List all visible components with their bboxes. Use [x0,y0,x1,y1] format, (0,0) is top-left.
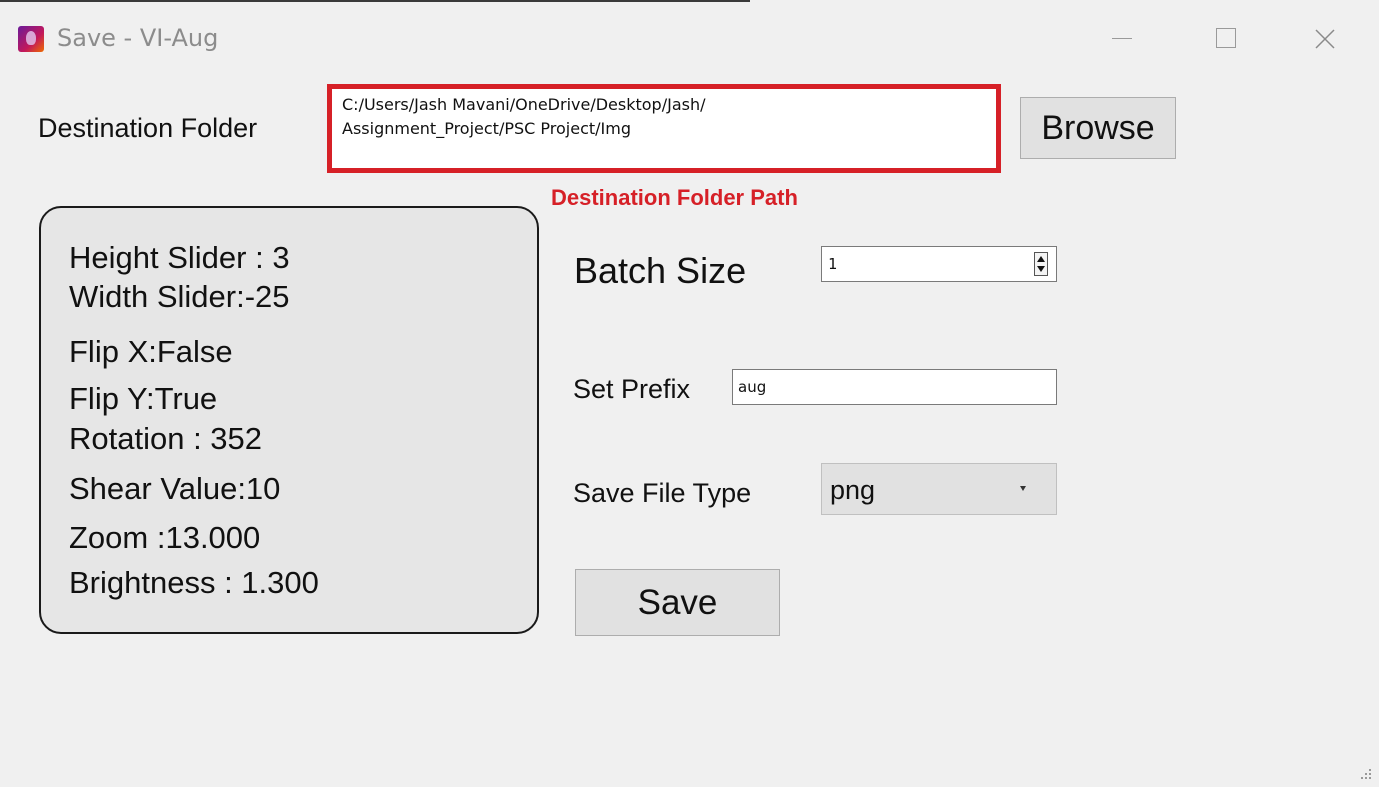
save-file-type-value: png [830,475,876,505]
spin-up-icon[interactable] [1037,256,1045,262]
destination-path-field[interactable]: C:/Users/Jash Mavani/OneDrive/Desktop/Ja… [327,84,1001,173]
parameters-panel: Height Slider : 3 Width Slider:-25 Flip … [39,206,539,634]
batch-size-value: 1 [828,255,838,273]
save-file-type-select[interactable]: png [821,463,1057,515]
browse-button[interactable]: Browse [1020,97,1176,159]
chevron-down-icon [1020,486,1026,491]
save-button[interactable]: Save [575,569,780,636]
batch-size-label: Batch Size [574,250,747,291]
save-dialog-window: Save - VI-Aug Destination Folder C:/User… [0,0,1379,787]
spin-down-icon[interactable] [1037,266,1045,272]
param-flip-x: Flip X:False [69,334,233,369]
destination-path-text: C:/Users/Jash Mavani/OneDrive/Desktop/Ja… [342,95,706,138]
param-rotation: Rotation : 352 [69,421,263,456]
batch-size-spinbox[interactable]: 1 [821,246,1057,282]
maximize-icon[interactable] [1198,16,1258,60]
param-shear-value: Shear Value:10 [69,471,281,506]
spin-arrows-icon[interactable] [1034,252,1048,276]
param-flip-y: Flip Y:True [69,381,218,416]
title-bar[interactable]: Save - VI-Aug [0,2,1379,70]
param-width-slider: Width Slider:-25 [69,279,290,314]
minimize-icon[interactable] [1090,16,1150,60]
save-file-type-label: Save File Type [573,478,752,508]
set-prefix-input[interactable] [732,369,1057,405]
app-icon [18,26,44,52]
set-prefix-label: Set Prefix [573,374,691,404]
close-icon-glyph [1315,29,1335,49]
param-height-slider: Height Slider : 3 [69,240,290,275]
destination-path-annotation: Destination Folder Path [551,185,798,210]
param-zoom: Zoom :13.000 [69,520,261,555]
close-icon[interactable] [1298,16,1358,60]
param-brightness: Brightness : 1.300 [69,565,319,600]
destination-folder-label: Destination Folder [38,113,258,143]
window-title: Save - VI-Aug [57,24,219,52]
resize-grip-icon[interactable] [1359,767,1373,781]
